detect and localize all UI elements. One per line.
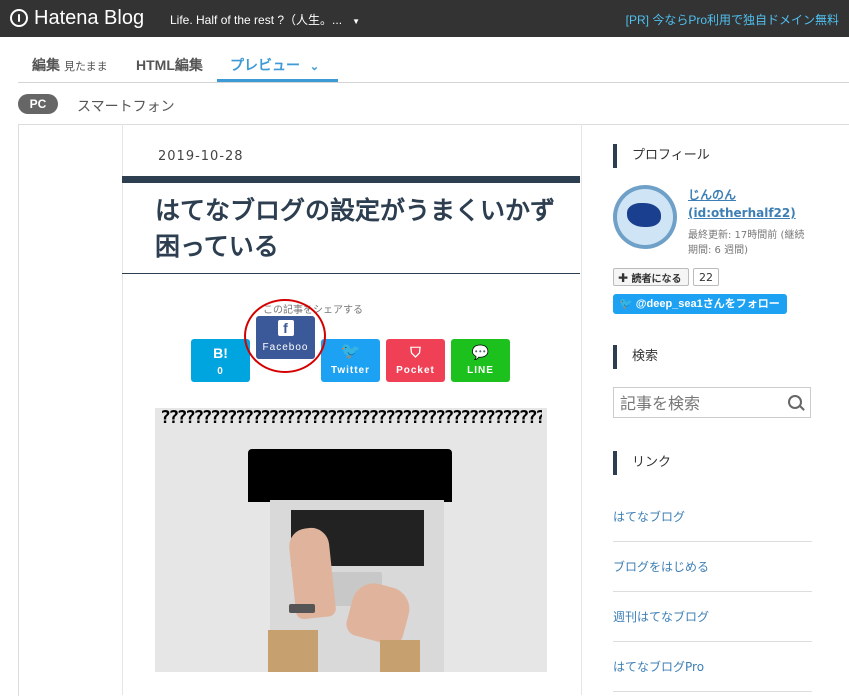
- pocket-icon: ⛉: [410, 344, 421, 360]
- editor-tabs: 編集 見たまま HTML編集 プレビュー ⌄: [18, 37, 849, 83]
- link-divider: [613, 591, 812, 592]
- tab-edit-label: 編集: [32, 57, 60, 73]
- link-divider: [613, 691, 812, 692]
- blog-title: Life. Half of the rest ?（人生。...: [170, 13, 343, 27]
- device-smartphone-button[interactable]: スマートフォン: [77, 96, 175, 116]
- line-icon: 💬: [471, 344, 490, 360]
- profile-name-link[interactable]: じんのん: [688, 186, 736, 203]
- links-heading: リンク: [613, 451, 671, 475]
- link-item[interactable]: はてなブログPro: [613, 658, 812, 675]
- line-share-button[interactable]: 💬 LINE: [451, 339, 510, 382]
- active-tab-indicator: [217, 79, 338, 82]
- hatena-bookmark-count: 0: [217, 366, 224, 377]
- hatena-bookmark-button[interactable]: B! 0: [191, 339, 250, 382]
- tab-preview[interactable]: プレビュー ⌄: [230, 55, 319, 75]
- subscribe-label: 読者になる: [631, 274, 682, 285]
- twitter-follow-button[interactable]: 🐦 @deep_sea1さんをフォロー: [613, 294, 787, 314]
- twitter-share-button[interactable]: 🐦 Twitter: [321, 339, 380, 382]
- profile-id-link[interactable]: (id:otherhalf22): [688, 206, 796, 220]
- twitter-follow-label: @deep_sea1さんをフォロー: [635, 298, 780, 310]
- plus-icon: ✚: [618, 271, 629, 285]
- twitter-bird-icon: 🐦: [619, 298, 633, 310]
- promo-link[interactable]: [PR] 今ならPro利用で独自ドメイン無料: [626, 11, 839, 28]
- twitter-share-label: Twitter: [330, 365, 371, 376]
- link-item[interactable]: ブログをはじめる: [613, 558, 812, 575]
- link-item[interactable]: はてなブログ: [613, 508, 812, 525]
- left-sleeve: [268, 630, 318, 672]
- highlight-circle: [244, 299, 326, 373]
- line-share-label: LINE: [467, 365, 494, 376]
- chevron-down-icon: ⌄: [309, 61, 320, 73]
- blog-selector[interactable]: Life. Half of the rest ?（人生。... ▼: [170, 11, 360, 28]
- caret-down-icon: ▼: [352, 17, 360, 26]
- tab-edit[interactable]: 編集 見たまま: [32, 55, 108, 75]
- twitter-bird-icon: 🐦: [340, 343, 361, 360]
- search-box: [613, 387, 811, 418]
- search-input[interactable]: [614, 388, 782, 418]
- profile-heading: プロフィール: [613, 144, 710, 168]
- search-heading: 検索: [613, 345, 658, 369]
- article-date: 2019-10-28: [158, 149, 244, 164]
- tab-edit-sublabel: 見たまま: [64, 61, 108, 73]
- right-sleeve: [380, 640, 420, 672]
- pocket-share-button[interactable]: ⛉ Pocket: [386, 339, 445, 382]
- title-divider: [122, 273, 580, 274]
- link-item[interactable]: 週刊はてなブログ: [613, 608, 812, 625]
- laptop-screen: [248, 449, 452, 502]
- hatena-bookmark-icon: B!: [213, 345, 228, 361]
- brand-name: Hatena Blog: [34, 6, 145, 29]
- reader-count: 22: [693, 268, 719, 286]
- article-title[interactable]: はてなブログの設定がうまくいかず困っている: [155, 193, 565, 265]
- tab-preview-label: プレビュー: [230, 57, 300, 73]
- subscribe-button[interactable]: ✚ 読者になる: [613, 268, 689, 286]
- device-pc-button[interactable]: PC: [18, 94, 58, 114]
- link-divider: [613, 641, 812, 642]
- profile-last-update: 最終更新: 17時間前 (継続期間: 6 週間): [688, 230, 805, 256]
- avatar[interactable]: [613, 185, 677, 249]
- tab-html-edit[interactable]: HTML編集: [136, 55, 203, 75]
- hatena-logo-icon: [10, 9, 28, 27]
- brand-logo[interactable]: Hatena Blog: [10, 6, 144, 30]
- link-divider: [613, 541, 812, 542]
- title-bar: [122, 176, 580, 183]
- search-icon[interactable]: [788, 395, 802, 409]
- pocket-share-label: Pocket: [396, 365, 435, 376]
- wrist-watch: [289, 604, 315, 613]
- top-bar: Hatena Blog Life. Half of the rest ?（人生。…: [0, 0, 849, 37]
